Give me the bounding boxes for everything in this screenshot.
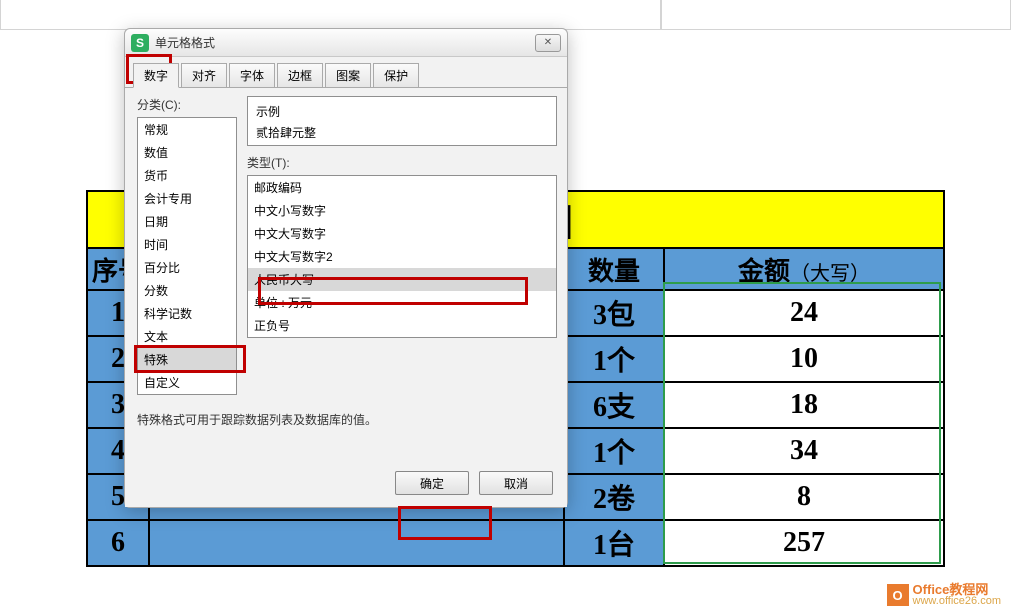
- cell-qty[interactable]: 3包: [564, 290, 664, 336]
- cell-amt[interactable]: 34: [664, 428, 944, 474]
- example-value: 贰拾肆元整: [256, 124, 548, 141]
- watermark: O Office教程网 www.office26.com: [887, 583, 1001, 607]
- category-label: 分类(C):: [137, 96, 237, 113]
- category-item[interactable]: 分数: [138, 279, 236, 302]
- cancel-button[interactable]: 取消: [479, 471, 553, 495]
- cell-qty[interactable]: 1个: [564, 428, 664, 474]
- category-item[interactable]: 日期: [138, 210, 236, 233]
- example-box: 示例 贰拾肆元整: [247, 96, 557, 146]
- hint-text: 特殊格式可用于跟踪数据列表及数据库的值。: [137, 411, 557, 428]
- cell-format-dialog: S 单元格格式 ✕ 数字 对齐 字体 边框 图案 保护 分类(C): 常规 数值…: [124, 28, 568, 508]
- tab-border[interactable]: 边框: [277, 63, 323, 88]
- type-label: 类型(T):: [247, 154, 557, 171]
- example-label: 示例: [256, 103, 548, 120]
- type-item[interactable]: 邮政编码: [248, 176, 556, 199]
- tab-protect[interactable]: 保护: [373, 63, 419, 88]
- tab-align[interactable]: 对齐: [181, 63, 227, 88]
- cell-amt[interactable]: 257: [664, 520, 944, 566]
- category-item[interactable]: 货币: [138, 164, 236, 187]
- type-item[interactable]: 正负号: [248, 314, 556, 337]
- dialog-title: 单元格格式: [155, 34, 535, 51]
- tab-content: 分类(C): 常规 数值 货币 会计专用 日期 时间 百分比 分数 科学记数 文…: [125, 87, 567, 507]
- category-item[interactable]: 科学记数: [138, 302, 236, 325]
- category-item[interactable]: 会计专用: [138, 187, 236, 210]
- category-item[interactable]: 数值: [138, 141, 236, 164]
- type-item[interactable]: 中文大写数字: [248, 222, 556, 245]
- category-item[interactable]: 文本: [138, 325, 236, 348]
- header-qty: 数量: [564, 248, 664, 290]
- header-amt: 金额（大写）: [664, 248, 944, 290]
- category-item[interactable]: 自定义: [138, 371, 236, 394]
- ok-button[interactable]: 确定: [395, 471, 469, 495]
- cell-amt[interactable]: 10: [664, 336, 944, 382]
- tab-font[interactable]: 字体: [229, 63, 275, 88]
- tab-pattern[interactable]: 图案: [325, 63, 371, 88]
- type-item-rmb[interactable]: 人民币大写: [248, 268, 556, 291]
- cell-amt[interactable]: 24: [664, 290, 944, 336]
- cell-amt[interactable]: 18: [664, 382, 944, 428]
- cell-qty[interactable]: 6支: [564, 382, 664, 428]
- app-icon: S: [131, 34, 149, 52]
- type-list[interactable]: 邮政编码 中文小写数字 中文大写数字 中文大写数字2 人民币大写 单位 : 万元…: [247, 175, 557, 338]
- category-item[interactable]: 百分比: [138, 256, 236, 279]
- close-button[interactable]: ✕: [535, 34, 561, 52]
- watermark-icon: O: [887, 584, 909, 606]
- category-item-special[interactable]: 特殊: [138, 348, 236, 371]
- type-item[interactable]: 单位 : 万元: [248, 291, 556, 314]
- cell-hidden[interactable]: [149, 520, 564, 566]
- cell-qty[interactable]: 1台: [564, 520, 664, 566]
- dialog-titlebar[interactable]: S 单元格格式 ✕: [125, 29, 567, 57]
- tab-number[interactable]: 数字: [133, 63, 179, 88]
- cell-qty[interactable]: 1个: [564, 336, 664, 382]
- cell-amt[interactable]: 8: [664, 474, 944, 520]
- cell-idx[interactable]: 6: [87, 520, 149, 566]
- category-list[interactable]: 常规 数值 货币 会计专用 日期 时间 百分比 分数 科学记数 文本 特殊 自定…: [137, 117, 237, 395]
- type-item[interactable]: 中文大写数字2: [248, 245, 556, 268]
- tab-bar: 数字 对齐 字体 边框 图案 保护: [125, 57, 567, 88]
- category-item[interactable]: 时间: [138, 233, 236, 256]
- watermark-url: www.office26.com: [913, 596, 1001, 607]
- category-item[interactable]: 常规: [138, 118, 236, 141]
- cell-qty[interactable]: 2卷: [564, 474, 664, 520]
- type-item[interactable]: 中文小写数字: [248, 199, 556, 222]
